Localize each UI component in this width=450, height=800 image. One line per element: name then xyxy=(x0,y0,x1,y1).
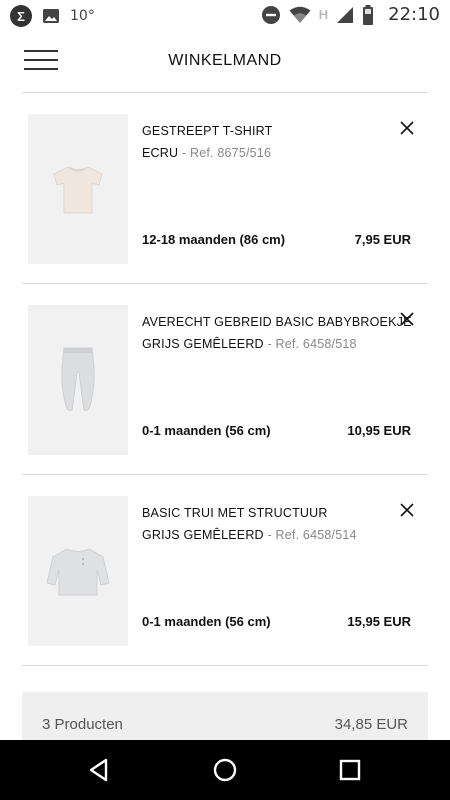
tshirt-icon xyxy=(53,166,103,214)
variant-separator: - xyxy=(267,528,272,542)
app-header: WINKELMAND xyxy=(0,32,450,92)
product-price: 7,95 EUR xyxy=(354,232,411,247)
close-icon[interactable] xyxy=(400,312,414,326)
product-name[interactable]: BASIC TRUI MET STRUCTUUR xyxy=(142,506,328,520)
product-size: 0-1 maanden (56 cm) xyxy=(142,614,271,629)
product-price: 15,95 EUR xyxy=(347,614,411,629)
sweater-icon xyxy=(46,548,110,596)
status-bar: Σ 10° H 22:10 xyxy=(0,0,450,32)
product-variant: GRIJS GEMÊLEERD - Ref. 6458/514 xyxy=(142,528,357,542)
navigation-bar xyxy=(0,740,450,800)
cart-item: AVERECHT GEBREID BASIC BABYBROEKJE GRIJS… xyxy=(22,284,428,475)
home-icon[interactable] xyxy=(210,755,240,785)
back-icon[interactable] xyxy=(84,755,114,785)
product-size: 0-1 maanden (56 cm) xyxy=(142,423,271,438)
product-price: 10,95 EUR xyxy=(347,423,411,438)
product-image[interactable] xyxy=(28,305,128,455)
baby-pants-icon xyxy=(61,347,95,411)
temperature: 10° xyxy=(70,8,95,24)
product-image[interactable] xyxy=(28,496,128,646)
recent-apps-icon[interactable] xyxy=(335,755,365,785)
product-count: 3 Producten xyxy=(42,716,123,733)
cart-item: GESTREEPT T-SHIRT ECRU - Ref. 8675/516 1… xyxy=(22,93,428,284)
variant-separator: - xyxy=(267,337,272,351)
product-color: GRIJS GEMÊLEERD xyxy=(142,528,264,542)
product-name[interactable]: GESTREEPT T-SHIRT xyxy=(142,124,273,138)
network-type: H xyxy=(318,7,329,22)
close-icon[interactable] xyxy=(400,503,414,517)
wifi-icon xyxy=(289,6,311,23)
product-image[interactable] xyxy=(28,114,128,264)
product-variant: ECRU - Ref. 8675/516 xyxy=(142,146,271,160)
variant-separator: - xyxy=(181,146,187,160)
product-size: 12-18 maanden (86 cm) xyxy=(142,232,286,247)
clock: 22:10 xyxy=(388,4,440,25)
do-not-disturb-icon xyxy=(261,5,280,24)
product-name[interactable]: AVERECHT GEBREID BASIC BABYBROEKJE xyxy=(142,315,412,329)
product-ref: Ref. 8675/516 xyxy=(189,146,272,160)
battery-icon xyxy=(363,4,374,25)
page-title: WINKELMAND xyxy=(168,52,282,69)
image-notification-icon xyxy=(43,9,59,23)
cart-total: 34,85 EUR xyxy=(334,716,408,733)
product-ref: Ref. 6458/518 xyxy=(275,337,357,351)
app-logo-icon: Σ xyxy=(10,5,32,27)
close-icon[interactable] xyxy=(400,121,414,135)
product-variant: GRIJS GEMÊLEERD - Ref. 6458/518 xyxy=(142,337,357,351)
cart-item: BASIC TRUI MET STRUCTUUR GRIJS GEMÊLEERD… xyxy=(22,475,428,666)
product-ref: Ref. 6458/514 xyxy=(275,528,357,542)
product-color: ECRU xyxy=(142,146,179,160)
signal-icon xyxy=(337,6,354,23)
product-color: GRIJS GEMÊLEERD xyxy=(142,337,264,351)
